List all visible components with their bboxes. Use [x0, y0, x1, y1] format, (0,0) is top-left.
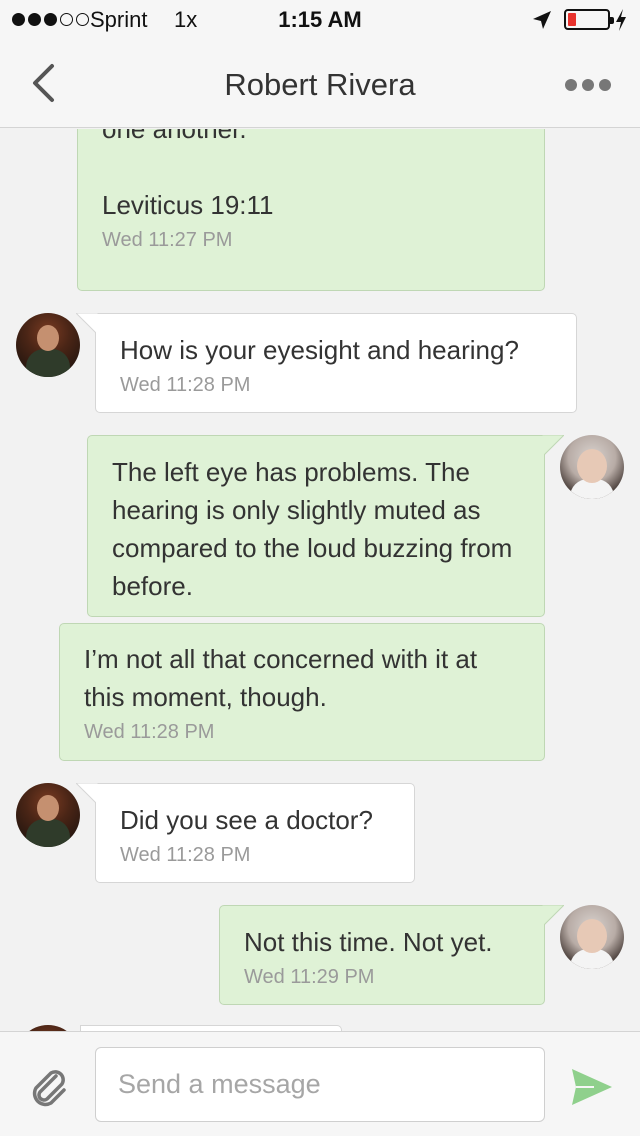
message-text: Did you see a doctor?	[120, 805, 373, 835]
charging-bolt-icon	[616, 9, 626, 31]
contact-avatar[interactable]	[16, 313, 80, 377]
message-timestamp: Wed 11:27 PM	[102, 229, 233, 251]
message-bubble-outgoing[interactable]: Not this time. Not yet. Wed 11:29 PM	[219, 905, 564, 1005]
navigation-bar: Robert Rivera	[0, 40, 640, 128]
user-avatar[interactable]	[560, 435, 624, 499]
message-text: How is your eyesight and hearing?	[120, 335, 519, 365]
message-text: Not this time. Not yet.	[244, 927, 493, 957]
message-timestamp: Wed 11:29 PM	[244, 966, 375, 988]
battery-icon	[564, 9, 614, 30]
user-avatar[interactable]	[560, 905, 624, 969]
bubble-tail	[76, 313, 98, 335]
bubble-tail	[76, 783, 98, 805]
more-options-icon[interactable]	[560, 70, 616, 100]
conversation-title: Robert Rivera	[224, 67, 416, 102]
message-timestamp: Wed 11:28 PM	[120, 374, 251, 396]
message-timestamp: Wed 11:28 PM	[120, 844, 251, 866]
message-bubble-outgoing[interactable]: The left eye has problems. The hearing i…	[87, 435, 564, 617]
back-chevron-icon[interactable]	[22, 60, 66, 106]
send-icon[interactable]	[570, 1067, 614, 1107]
message-timestamp: Wed 11:28 PM	[84, 721, 215, 743]
bubble-tail	[542, 905, 564, 927]
location-arrow-icon	[533, 11, 551, 29]
message-list[interactable]: one another.” Leviticus 19:11 Wed 11:27 …	[0, 129, 640, 1031]
message-input[interactable]	[95, 1047, 545, 1122]
message-bubble-incoming[interactable]: How is your eyesight and hearing? Wed 11…	[76, 313, 577, 413]
bubble-tail	[542, 435, 564, 457]
contact-avatar[interactable]	[16, 783, 80, 847]
battery-level	[568, 13, 576, 26]
message-text: I’m not all that concerned with it at th…	[84, 644, 478, 712]
message-bubble-outgoing[interactable]: I’m not all that concerned with it at th…	[59, 623, 545, 761]
message-text: one another.” Leviticus 19:11	[102, 129, 274, 220]
message-bubble-incoming[interactable]: Did you see a doctor? Wed 11:28 PM	[76, 783, 415, 883]
message-bubble-outgoing[interactable]: one another.” Leviticus 19:11 Wed 11:27 …	[77, 129, 545, 291]
message-composer	[0, 1031, 640, 1136]
message-text: The left eye has problems. The hearing i…	[112, 457, 513, 601]
status-bar: Sprint 1x 1:15 AM	[0, 0, 640, 40]
paperclip-icon[interactable]	[26, 1064, 72, 1110]
